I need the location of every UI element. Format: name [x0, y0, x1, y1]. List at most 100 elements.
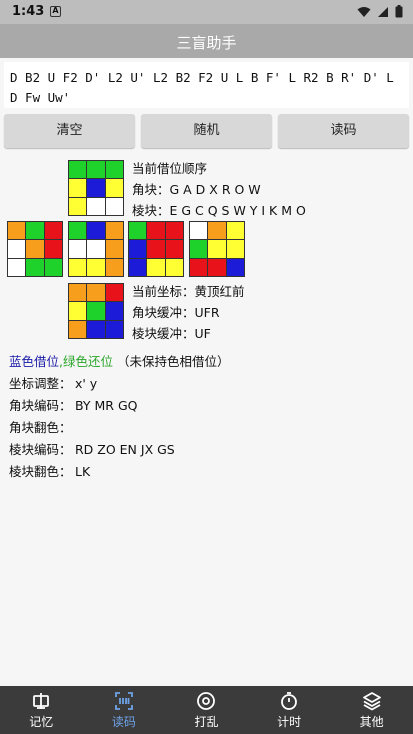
sticker — [87, 258, 105, 276]
sticker — [105, 240, 123, 258]
sticker — [69, 197, 87, 215]
sticker — [105, 179, 123, 197]
sticker — [208, 222, 226, 240]
layers-icon — [361, 691, 383, 711]
sticker — [147, 222, 165, 240]
detail-value: x' y — [75, 376, 98, 391]
detail-value: RD ZO EN JX GS — [75, 442, 175, 457]
sticker — [87, 197, 105, 215]
sticker — [44, 240, 62, 258]
sticker — [87, 320, 105, 338]
sticker — [8, 258, 26, 276]
cube-face-left — [7, 221, 63, 277]
detail-row-coord-adjust: 坐标调整： x' y — [9, 373, 175, 395]
borrow-order-label: 当前借位顺序 — [132, 161, 208, 176]
nav-label: 读码 — [111, 715, 136, 729]
sticker — [105, 161, 123, 179]
sticker — [69, 320, 87, 338]
legend-note: （未保持色相借位） — [113, 354, 230, 369]
sticker — [208, 258, 226, 276]
sticker — [208, 240, 226, 258]
app-title: 三盲助手 — [176, 34, 237, 52]
nav-other[interactable]: 其他 — [330, 686, 413, 734]
sticker — [129, 222, 147, 240]
detail-label: 棱块翻色： — [9, 464, 72, 479]
detail-label: 棱块编码： — [9, 442, 72, 457]
edge-buffer: 棱块缓冲：UF — [132, 326, 211, 341]
sticker — [69, 258, 87, 276]
detail-label: 角块编码： — [9, 398, 72, 413]
current-coordinate: 当前坐标：黄顶红前 — [132, 284, 245, 299]
sticker — [69, 284, 87, 302]
wifi-icon — [357, 6, 371, 17]
legend-blue: 蓝色借位 — [9, 354, 60, 369]
sticker — [190, 240, 208, 258]
bottom-navigation: 记忆 读码 打乱 计时 其他 — [0, 686, 413, 734]
cube-face-down — [68, 283, 124, 339]
detail-row-edge-flip: 棱块翻色： LK — [9, 461, 175, 483]
cube-face-up — [68, 160, 124, 216]
sticker — [165, 258, 183, 276]
nav-label: 打乱 — [194, 715, 219, 729]
nav-read-code[interactable]: 读码 — [83, 686, 166, 734]
sticker — [87, 222, 105, 240]
sticker — [44, 258, 62, 276]
detail-row-edge-code: 棱块编码： RD ZO EN JX GS — [9, 439, 175, 461]
battery-icon — [395, 5, 403, 18]
status-bar: 1:43 A — [0, 0, 413, 24]
sticker — [8, 240, 26, 258]
sticker — [26, 240, 44, 258]
decode-details: 坐标调整： x' y 角块编码： BY MR GQ 角块翻色： 棱块编码： RD ZO… — [9, 373, 175, 483]
sticker — [105, 222, 123, 240]
sticker — [69, 222, 87, 240]
signal-icon — [378, 6, 388, 17]
nav-memory[interactable]: 记忆 — [0, 686, 83, 734]
edge-order: 棱块：E G C Q S W Y I K M O — [132, 203, 306, 218]
app-bar: 三盲助手 — [0, 24, 413, 58]
sticker — [165, 222, 183, 240]
cube-face-right — [128, 221, 184, 277]
nav-scramble[interactable]: 打乱 — [165, 686, 248, 734]
status-icons — [357, 5, 403, 18]
scramble-formula[interactable]: D B2 U F2 D' L2 U' L2 B2 F2 U L B F' L R… — [4, 62, 409, 108]
sticker — [69, 161, 87, 179]
cube-face-back — [189, 221, 245, 277]
sticker — [165, 240, 183, 258]
legend-green: 绿色还位 — [63, 354, 114, 369]
nav-label: 记忆 — [29, 715, 54, 729]
detail-label: 角块翻色： — [9, 420, 72, 435]
sticker — [190, 222, 208, 240]
sticker — [190, 258, 208, 276]
detail-value: BY MR GQ — [75, 398, 138, 413]
sticker — [105, 284, 123, 302]
memory-icon — [30, 691, 52, 711]
sticker — [147, 240, 165, 258]
read-code-button[interactable]: 读码 — [278, 114, 409, 148]
nav-label: 其他 — [359, 715, 384, 729]
sticker — [105, 258, 123, 276]
random-button[interactable]: 随机 — [141, 114, 272, 148]
clear-button[interactable]: 清空 — [4, 114, 135, 148]
sticker — [87, 179, 105, 197]
detail-value: LK — [75, 464, 91, 479]
nav-timer[interactable]: 计时 — [248, 686, 331, 734]
nav-label: 计时 — [277, 715, 302, 729]
sticker — [26, 222, 44, 240]
cube-face-front — [68, 221, 124, 277]
sticker — [226, 258, 244, 276]
sticker — [69, 302, 87, 320]
detail-row-corner-twist: 角块翻色： — [9, 417, 175, 439]
sticker — [26, 258, 44, 276]
sticker — [129, 258, 147, 276]
sticker — [105, 320, 123, 338]
sticker — [129, 240, 147, 258]
sticker — [226, 240, 244, 258]
status-time: 1:43 — [12, 4, 45, 19]
coordinate-info: 当前坐标：黄顶红前 角块缓冲：UFR 棱块缓冲：UF — [132, 281, 245, 344]
corner-order: 角块：G A D X R O W — [132, 182, 261, 197]
scramble-icon — [195, 691, 217, 711]
sticker — [147, 258, 165, 276]
sticker — [8, 222, 26, 240]
corner-buffer: 角块缓冲：UFR — [132, 305, 220, 320]
sticker — [87, 240, 105, 258]
